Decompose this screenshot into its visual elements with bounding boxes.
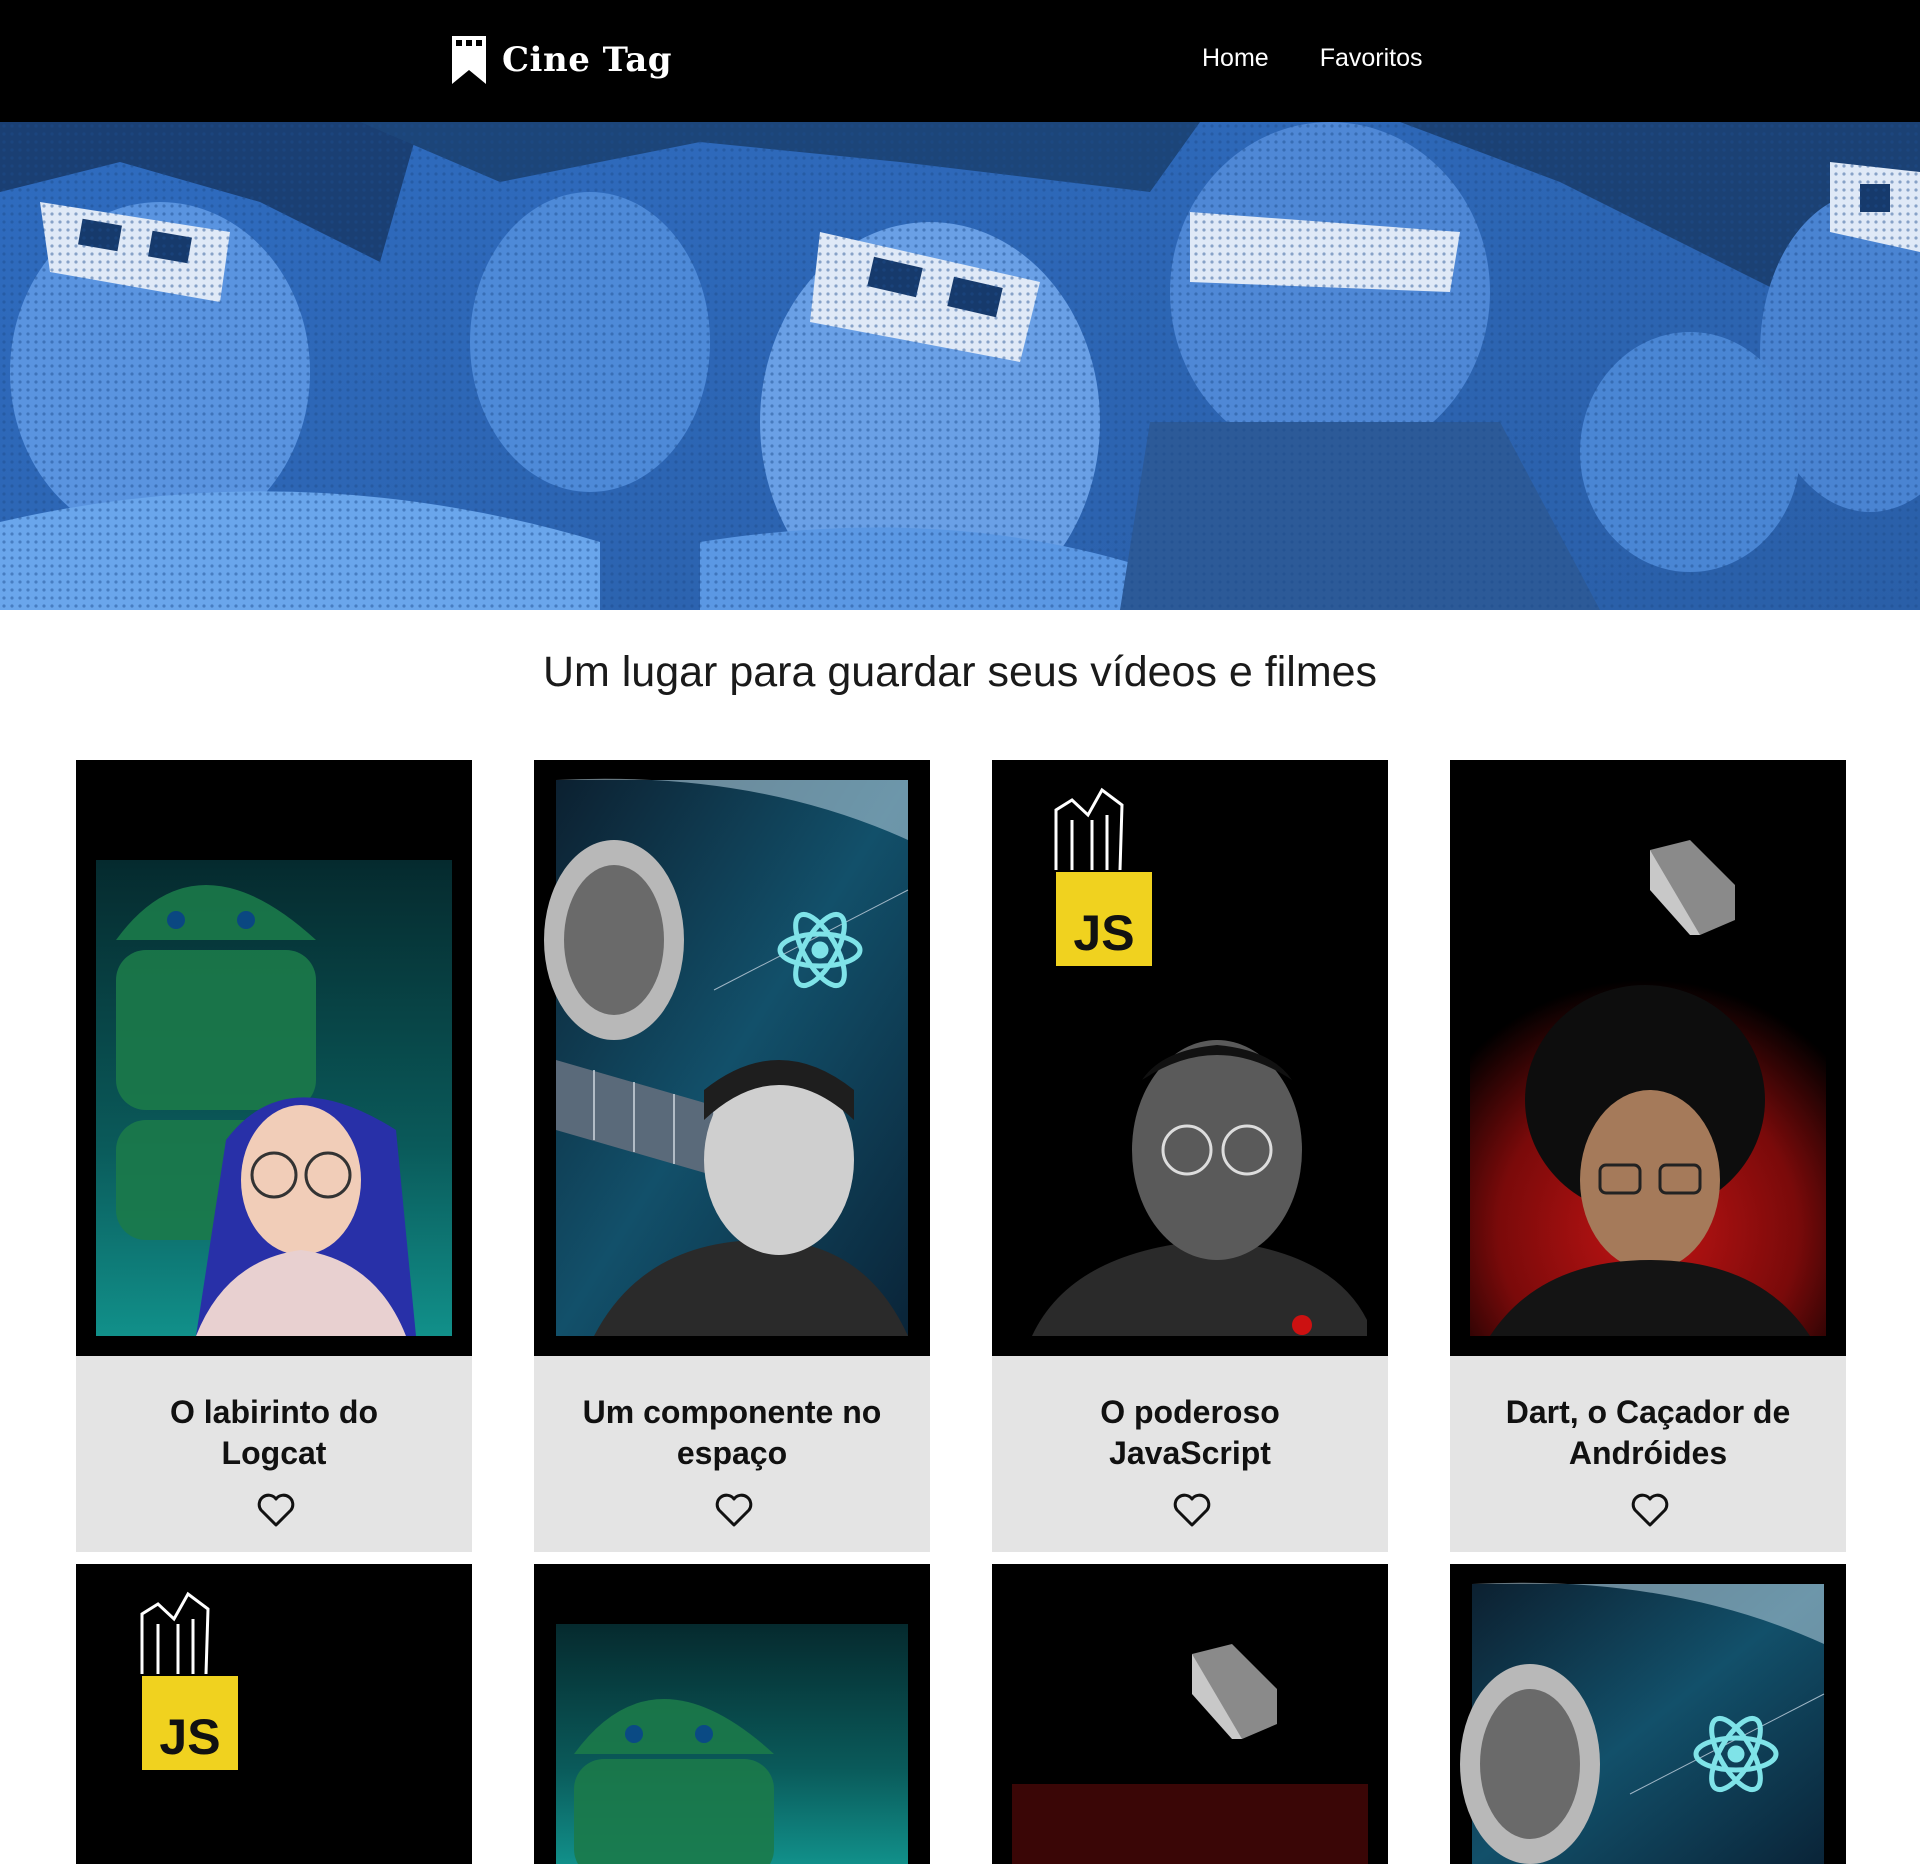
video-card[interactable] bbox=[992, 1564, 1388, 1864]
main-nav: Home Favoritos bbox=[1202, 44, 1423, 73]
nav-home-link[interactable]: Home bbox=[1202, 44, 1269, 73]
page-tagline: Um lugar para guardar seus vídeos e film… bbox=[542, 648, 1378, 696]
card-info: Dart, o Caçador de Andróides bbox=[1450, 1356, 1846, 1552]
video-title: O poderoso JavaScript bbox=[1100, 1394, 1280, 1471]
video-card[interactable]: Um componente no espaço bbox=[534, 760, 930, 1552]
top-bar: Cine Tag Home Favoritos bbox=[0, 0, 1920, 122]
video-title: Dart, o Caçador de Andróides bbox=[1505, 1394, 1791, 1471]
video-thumbnail[interactable] bbox=[76, 760, 472, 1356]
card-info: O labirinto do Logcat bbox=[76, 1356, 472, 1552]
video-thumbnail[interactable]: JS bbox=[992, 760, 1388, 1356]
video-thumbnail[interactable] bbox=[534, 1564, 930, 1864]
bookmark-icon bbox=[452, 36, 486, 84]
brand-name: Cine Tag bbox=[502, 40, 673, 80]
hero-banner bbox=[0, 122, 1920, 610]
card-info: O poderoso JavaScript bbox=[992, 1356, 1388, 1552]
video-thumbnail[interactable] bbox=[534, 760, 930, 1356]
svg-text:JS: JS bbox=[159, 1709, 220, 1765]
card-info: Um componente no espaço bbox=[534, 1356, 930, 1552]
nav-favoritos-link[interactable]: Favoritos bbox=[1320, 44, 1423, 73]
video-card[interactable]: Dart, o Caçador de Andróides bbox=[1450, 760, 1846, 1552]
video-card[interactable]: JS bbox=[76, 1564, 472, 1864]
banner-image bbox=[0, 122, 1920, 610]
video-thumbnail[interactable] bbox=[992, 1564, 1388, 1864]
video-title: Um componente no espaço bbox=[582, 1394, 882, 1471]
video-card[interactable] bbox=[1450, 1564, 1846, 1864]
heart-outline-icon[interactable] bbox=[714, 1492, 754, 1528]
svg-text:JS: JS bbox=[1073, 905, 1134, 961]
heart-outline-icon[interactable] bbox=[1172, 1492, 1212, 1528]
video-card[interactable]: O labirinto do Logcat bbox=[76, 760, 472, 1552]
video-card[interactable]: JS O poderoso JavaScript bbox=[992, 760, 1388, 1552]
heart-outline-icon[interactable] bbox=[256, 1492, 296, 1528]
video-thumbnail[interactable] bbox=[1450, 760, 1846, 1356]
video-title: O labirinto do Logcat bbox=[170, 1394, 378, 1471]
video-card[interactable] bbox=[534, 1564, 930, 1864]
video-thumbnail[interactable] bbox=[1450, 1564, 1846, 1864]
video-thumbnail[interactable]: JS bbox=[76, 1564, 472, 1864]
heart-outline-icon[interactable] bbox=[1630, 1492, 1670, 1528]
brand-logo[interactable]: Cine Tag bbox=[452, 34, 672, 86]
